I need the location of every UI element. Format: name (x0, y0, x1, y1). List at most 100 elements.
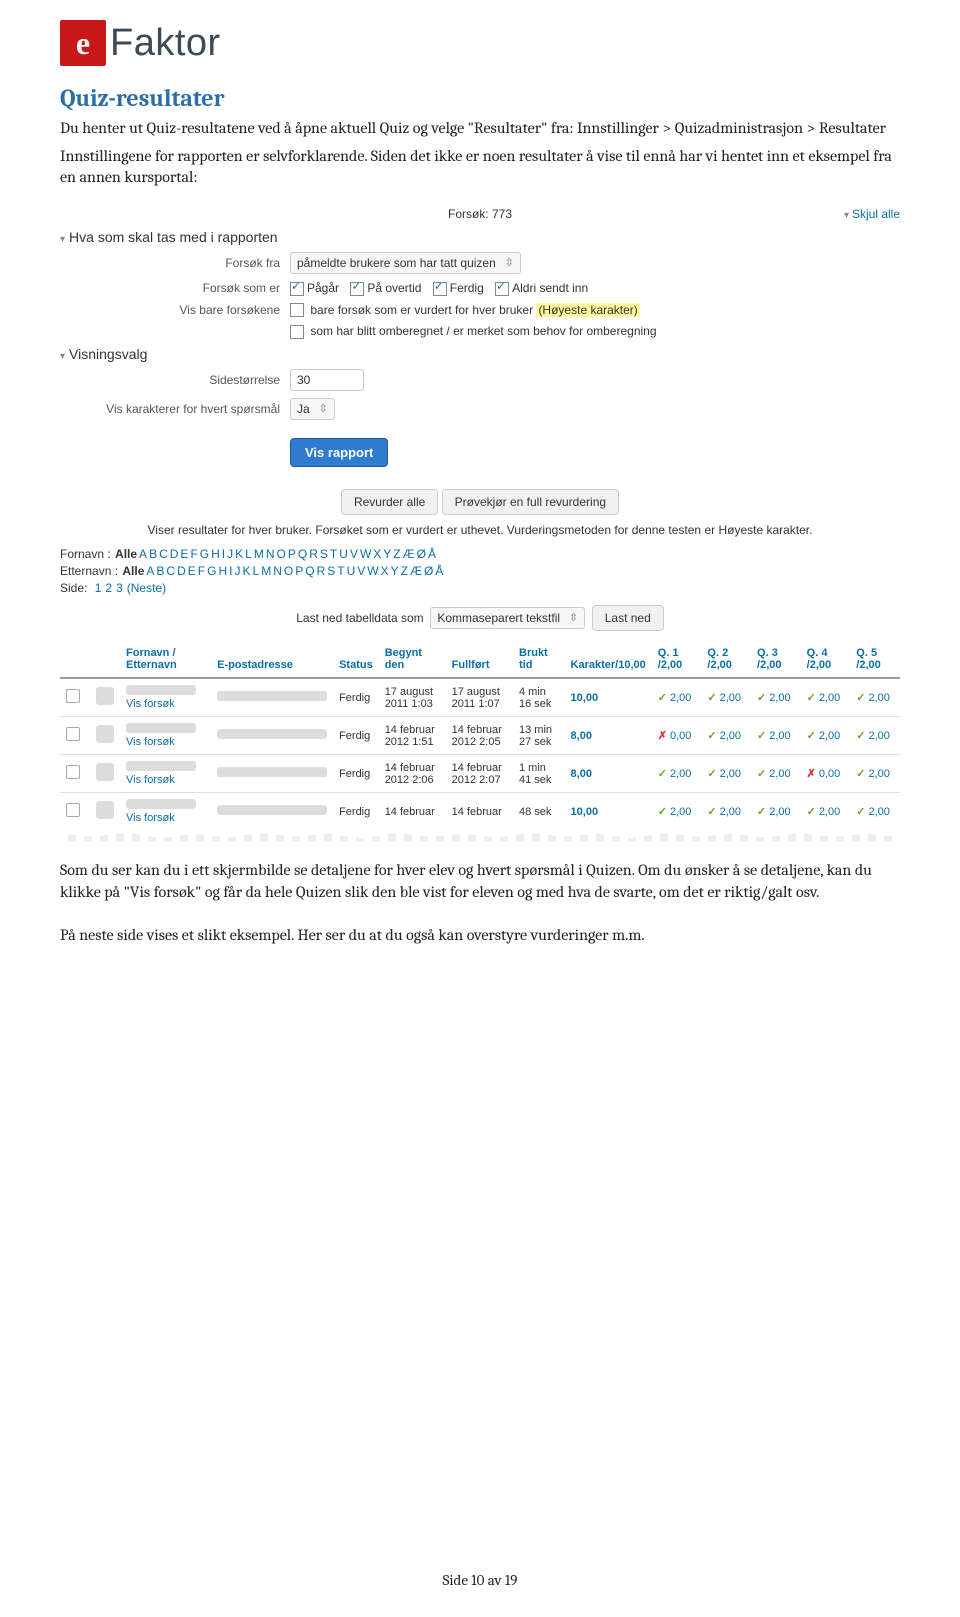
cell-q5[interactable]: ✓2,00 (850, 793, 900, 831)
alpha-letter[interactable]: S (327, 564, 335, 578)
alpha-letter[interactable]: D (177, 564, 186, 578)
th-q1[interactable]: Q. 1 /2,00 (652, 641, 702, 678)
alpha-letter[interactable]: Q (298, 547, 307, 561)
alpha-letter[interactable]: O (277, 547, 286, 561)
alpha-letter[interactable]: M (261, 564, 271, 578)
download-button[interactable]: Last ned (592, 605, 664, 631)
alpha-letter[interactable]: L (245, 547, 252, 561)
alpha-letter[interactable]: N (266, 547, 275, 561)
th-q3[interactable]: Q. 3 /2,00 (751, 641, 801, 678)
cell-q3[interactable]: ✓2,00 (751, 755, 801, 793)
alpha-letter[interactable]: Ø (417, 547, 426, 561)
pager-link[interactable]: 1 (95, 581, 102, 595)
pager-link[interactable]: (Neste) (127, 581, 166, 595)
section-visningsvalg[interactable]: Visningsvalg (60, 346, 900, 362)
vis-forsok-link[interactable]: Vis forsøk (126, 736, 205, 748)
vis-forsok-link[interactable]: Vis forsøk (126, 812, 205, 824)
checkbox-omberegnet[interactable] (290, 325, 304, 339)
alpha-letter[interactable]: X (381, 564, 389, 578)
checkbox-bare-forsok[interactable] (290, 303, 304, 317)
alpha-letter[interactable]: F (190, 547, 197, 561)
alpha-letter[interactable]: B (156, 564, 164, 578)
alpha-letter[interactable]: E (188, 564, 196, 578)
input-sidestorrelse[interactable]: 30 (290, 369, 364, 391)
checkbox-pagar[interactable] (290, 282, 304, 296)
th-status[interactable]: Status (333, 641, 379, 678)
alpha-letter[interactable]: M (254, 547, 264, 561)
th-fullfort[interactable]: Fullført (446, 641, 513, 678)
cell-q4[interactable]: ✓2,00 (801, 678, 851, 717)
cell-q3[interactable]: ✓2,00 (751, 717, 801, 755)
alpha-letter[interactable]: R (309, 547, 318, 561)
vis-forsok-link[interactable]: Vis forsøk (126, 774, 205, 786)
cell-karakter[interactable]: 10,00 (565, 793, 652, 831)
alpha-letter[interactable]: G (200, 547, 209, 561)
cell-q1[interactable]: ✗0,00 (652, 717, 702, 755)
alpha-letter[interactable]: J (227, 547, 233, 561)
vis-forsok-link[interactable]: Vis forsøk (126, 698, 205, 710)
alpha-letter[interactable]: A (146, 564, 154, 578)
alpha-letter[interactable]: R (317, 564, 326, 578)
alpha-letter[interactable]: K (235, 547, 243, 561)
alpha-letter[interactable]: Z (393, 547, 400, 561)
th-q2[interactable]: Q. 2 /2,00 (701, 641, 751, 678)
alpha-letter[interactable]: P (288, 547, 296, 561)
checkbox-ferdig[interactable] (433, 282, 447, 296)
alpha-letter[interactable]: Z (401, 564, 408, 578)
section-report-include[interactable]: Hva som skal tas med i rapporten (60, 229, 900, 245)
alpha-letter[interactable]: P (295, 564, 303, 578)
row-checkbox[interactable] (66, 803, 80, 817)
cell-q5[interactable]: ✓2,00 (850, 755, 900, 793)
alpha-letter[interactable]: I (222, 547, 225, 561)
alpha-letter[interactable]: N (273, 564, 282, 578)
alpha-letter[interactable]: U (347, 564, 356, 578)
cell-q4[interactable]: ✓2,00 (801, 717, 851, 755)
alpha-letter[interactable]: Æ (410, 564, 422, 578)
row-checkbox[interactable] (66, 689, 80, 703)
row-checkbox[interactable] (66, 727, 80, 741)
alpha-all[interactable]: Alle (122, 564, 144, 578)
cell-q3[interactable]: ✓2,00 (751, 678, 801, 717)
cell-q1[interactable]: ✓2,00 (652, 755, 702, 793)
cell-karakter[interactable]: 8,00 (565, 755, 652, 793)
alpha-letter[interactable]: C (159, 547, 168, 561)
th-email[interactable]: E-postadresse (211, 641, 333, 678)
alpha-letter[interactable]: T (330, 547, 337, 561)
alpha-letter[interactable]: F (198, 564, 205, 578)
alpha-letter[interactable]: H (218, 564, 227, 578)
alpha-letter[interactable]: G (207, 564, 216, 578)
cell-q3[interactable]: ✓2,00 (751, 793, 801, 831)
alpha-letter[interactable]: W (360, 547, 371, 561)
cell-q4[interactable]: ✓2,00 (801, 793, 851, 831)
cell-karakter[interactable]: 10,00 (565, 678, 652, 717)
alpha-all[interactable]: Alle (115, 547, 137, 561)
alpha-letter[interactable]: Å (428, 547, 436, 561)
download-format-select[interactable]: Kommaseparert tekstfil (430, 607, 585, 629)
cell-q1[interactable]: ✓2,00 (652, 678, 702, 717)
cell-q1[interactable]: ✓2,00 (652, 793, 702, 831)
collapse-all-link[interactable]: Skjul alle (844, 207, 900, 221)
alpha-letter[interactable]: V (350, 547, 358, 561)
alpha-letter[interactable]: J (234, 564, 240, 578)
cell-q5[interactable]: ✓2,00 (850, 678, 900, 717)
alpha-letter[interactable]: D (170, 547, 179, 561)
alpha-letter[interactable]: O (284, 564, 293, 578)
select-vis-karakterer[interactable]: Ja (290, 398, 335, 420)
alpha-letter[interactable]: Q (305, 564, 314, 578)
pager-link[interactable]: 3 (116, 581, 123, 595)
alpha-letter[interactable]: Ø (424, 564, 433, 578)
th-q4[interactable]: Q. 4 /2,00 (801, 641, 851, 678)
pager-link[interactable]: 2 (105, 581, 112, 595)
alpha-letter[interactable]: L (253, 564, 260, 578)
th-karakter[interactable]: Karakter/10,00 (565, 641, 652, 678)
cell-q2[interactable]: ✓2,00 (701, 678, 751, 717)
select-forsok-fra[interactable]: påmeldte brukere som har tatt quizen (290, 252, 521, 274)
th-brukt[interactable]: Brukt tid (513, 641, 565, 678)
alpha-letter[interactable]: A (139, 547, 147, 561)
checkbox-overtid[interactable] (350, 282, 364, 296)
alpha-letter[interactable]: S (320, 547, 328, 561)
alpha-letter[interactable]: H (211, 547, 220, 561)
alpha-letter[interactable]: C (166, 564, 175, 578)
alpha-letter[interactable]: B (149, 547, 157, 561)
alpha-letter[interactable]: I (229, 564, 232, 578)
